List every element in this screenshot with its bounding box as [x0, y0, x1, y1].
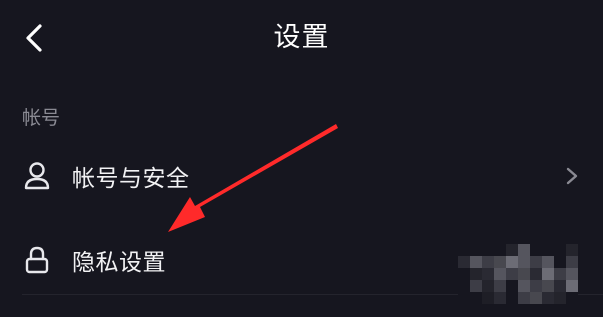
pixel-block: [458, 244, 470, 256]
pixel-block: [530, 256, 542, 268]
pixel-block: [494, 268, 506, 280]
pixel-block: [542, 268, 554, 280]
pixel-block: [458, 256, 470, 268]
pixel-block: [554, 256, 566, 268]
pixel-block: [494, 256, 506, 268]
pixel-block: [518, 292, 530, 304]
pixel-block: [554, 244, 566, 256]
chevron-right-icon: [563, 166, 581, 186]
pixel-block: [542, 280, 554, 292]
pixel-block: [482, 280, 494, 292]
pixel-block: [554, 268, 566, 280]
pixel-block: [494, 244, 506, 256]
back-button[interactable]: [14, 16, 54, 60]
chevron-left-icon: [26, 24, 42, 52]
pixel-block: [566, 244, 578, 256]
pixel-block: [530, 268, 542, 280]
pixel-block: [458, 292, 470, 304]
pixel-block: [566, 280, 578, 292]
pixel-block: [530, 292, 542, 304]
lock-icon: [22, 245, 52, 275]
pixel-block: [530, 244, 542, 256]
pixel-block: [530, 280, 542, 292]
pixel-block: [506, 268, 518, 280]
pixel-block: [470, 256, 482, 268]
pixel-block: [518, 244, 530, 256]
settings-screen: 设置 帐号 帐号与安全 隐私设置: [0, 0, 603, 317]
pixel-block: [470, 268, 482, 280]
pixel-block: [506, 244, 518, 256]
pixel-block: [506, 292, 518, 304]
pixel-block: [542, 292, 554, 304]
pixel-block: [482, 292, 494, 304]
pixel-block: [482, 256, 494, 268]
pixel-block: [554, 292, 566, 304]
pixel-block: [494, 292, 506, 304]
pixel-block: [470, 292, 482, 304]
user-icon: [22, 161, 52, 191]
pixel-block: [566, 256, 578, 268]
pixel-block: [566, 292, 578, 304]
menu-item-account-security[interactable]: 帐号与安全: [0, 141, 603, 211]
pixel-block: [518, 268, 530, 280]
pixel-block: [458, 268, 470, 280]
pixel-block: [566, 268, 578, 280]
pixel-block: [458, 280, 470, 292]
menu-item-label: 帐号与安全: [72, 166, 190, 192]
menu-item-label: 隐私设置: [72, 250, 166, 276]
pixelated-watermark: [458, 244, 583, 306]
pixel-block: [482, 268, 494, 280]
pixel-block: [542, 244, 554, 256]
pixel-block: [554, 280, 566, 292]
pixel-block: [470, 244, 482, 256]
section-header-account: 帐号: [22, 107, 61, 129]
pixel-block: [542, 256, 554, 268]
pixel-block: [494, 280, 506, 292]
pixel-block: [470, 280, 482, 292]
pixel-block: [482, 244, 494, 256]
pixel-block: [506, 256, 518, 268]
pixel-block: [518, 256, 530, 268]
pixel-block: [518, 280, 530, 292]
page-title: 设置: [273, 22, 330, 53]
pixel-block: [506, 280, 518, 292]
